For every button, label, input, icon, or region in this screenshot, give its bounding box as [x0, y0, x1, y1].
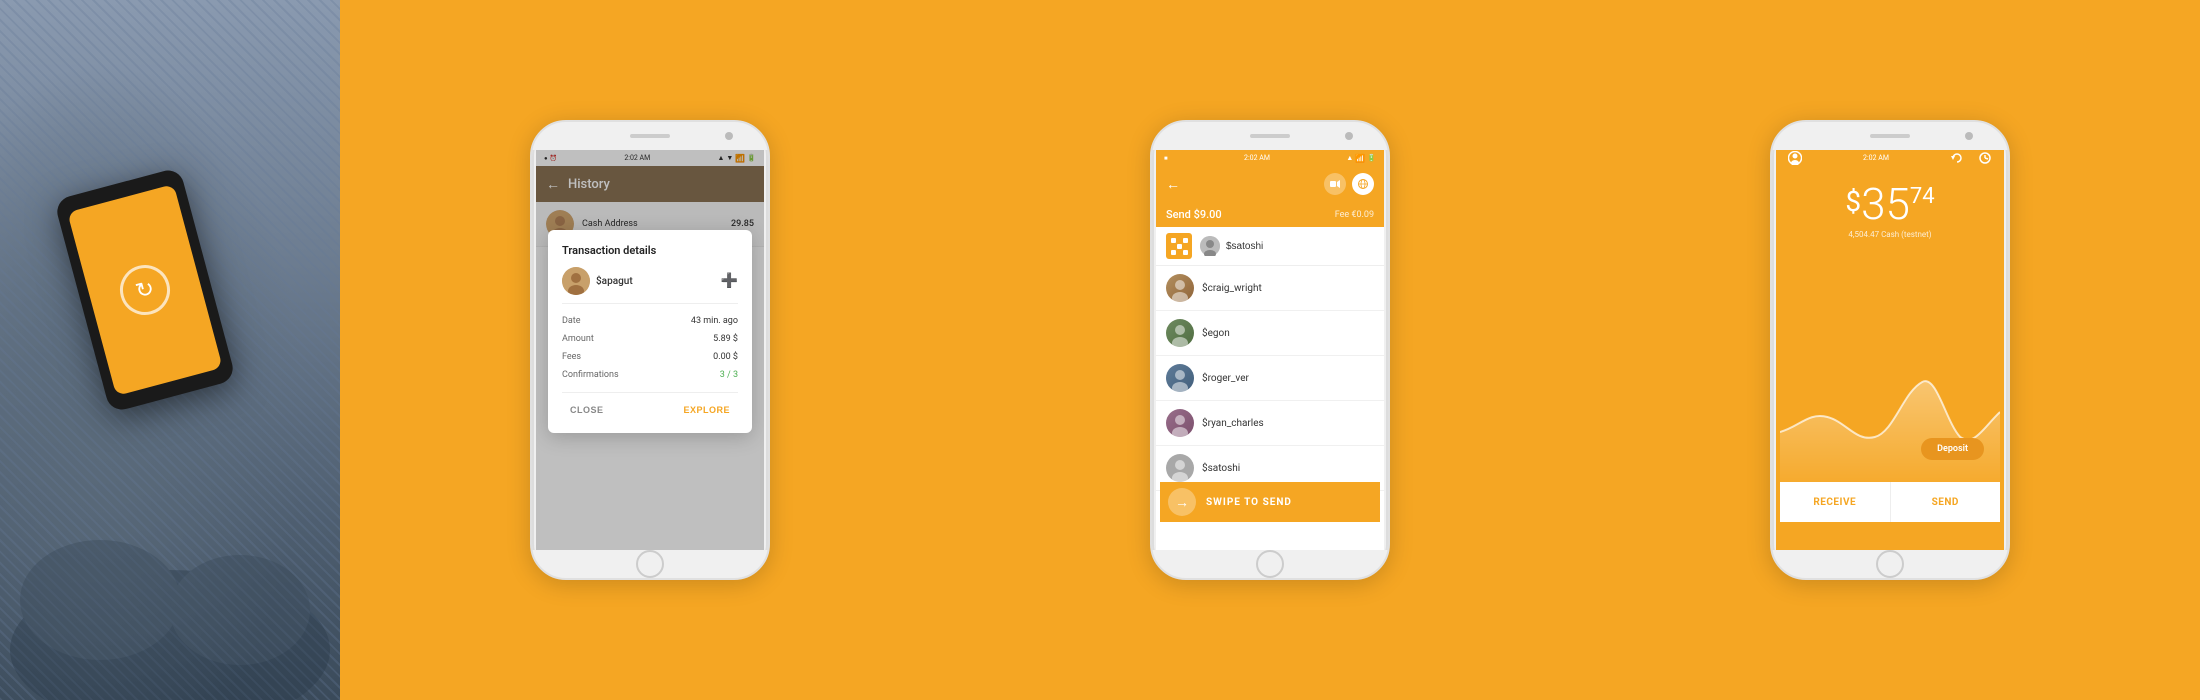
- globe-icon[interactable]: [1352, 173, 1374, 195]
- txn-confirm-row: Confirmations 3 / 3: [562, 370, 738, 380]
- dollar-sign: $: [1845, 188, 1861, 216]
- send-header: ←: [1156, 166, 1384, 202]
- send-amount-bar: Send $9.00 Fee €0.09: [1156, 202, 1384, 227]
- camera-2: [725, 132, 733, 140]
- camera-4: [1965, 132, 1973, 140]
- contact-avatar: [1166, 364, 1194, 392]
- camera-3: [1345, 132, 1353, 140]
- add-contact-icon[interactable]: ➕: [721, 273, 738, 289]
- txn-date-value: 43 min. ago: [691, 316, 738, 326]
- txn-avatar: [562, 267, 590, 295]
- app-logo: ↻: [114, 259, 175, 320]
- txn-date-label: Date: [562, 316, 581, 326]
- send-fee: Fee €0.09: [1335, 210, 1374, 220]
- home-btn-4[interactable]: [1876, 550, 1904, 578]
- speaker-3: [1250, 134, 1290, 138]
- balance-main: 35: [1861, 182, 1910, 226]
- contact-avatar: [1166, 319, 1194, 347]
- phone-screen-send: ■ 2:02 AM ▲ 📶 🔋 ←: [1156, 150, 1384, 550]
- txn-amount-label: Amount: [562, 334, 594, 344]
- txn-modal-footer: CLOSE EXPLORE: [562, 392, 738, 419]
- photo-bg: ↻: [0, 0, 340, 700]
- close-button[interactable]: CLOSE: [562, 401, 612, 419]
- wallet-chart: [1780, 352, 2000, 482]
- input-avatar: [1200, 236, 1220, 256]
- send-button[interactable]: SEND: [1891, 482, 2001, 522]
- balance-display: $ 35 74: [1786, 182, 1994, 226]
- phone-bottom-2: [532, 550, 768, 578]
- txn-amount-row: Amount 5.89 $: [562, 334, 738, 344]
- wallet-bg: 2:02 AM $ 35 74: [1776, 150, 2004, 550]
- sub-balance: 4,504.47 Cash (testnet): [1786, 230, 1994, 239]
- send-header-icons: [1324, 173, 1374, 195]
- section-wallet: 2:02 AM $ 35 74: [1580, 0, 2200, 700]
- recipient-input[interactable]: [1226, 241, 1374, 252]
- txn-confirm-label: Confirmations: [562, 370, 619, 380]
- deposit-button[interactable]: Deposit: [1921, 438, 1984, 460]
- refresh-icon[interactable]: [1946, 150, 1968, 169]
- home-btn-3[interactable]: [1256, 550, 1284, 578]
- contact-list-item[interactable]: $craig_wright: [1156, 266, 1384, 311]
- swipe-arrow[interactable]: →: [1168, 488, 1196, 516]
- contact-name: $egon: [1202, 328, 1230, 339]
- contact-name: $satoshi: [1202, 463, 1240, 474]
- contact-list: $craig_wright $egon $roger_ver $ryan_charle…: [1156, 266, 1384, 491]
- contact-list-item[interactable]: $egon: [1156, 311, 1384, 356]
- send-amount: Send $9.00: [1166, 208, 1222, 221]
- contact-name: $craig_wright: [1202, 283, 1262, 294]
- phone-top-bar-3: [1152, 122, 1388, 150]
- wallet-balance: $ 35 74 4,504.47 Cash (testnet): [1776, 166, 2004, 247]
- time-4: 2:02 AM: [1863, 154, 1889, 162]
- time-3: 2:02 AM: [1244, 154, 1270, 162]
- txn-user-row: $apagut ➕: [562, 267, 738, 304]
- contact-name: $ryan_charles: [1202, 418, 1264, 429]
- status-bar-4: 2:02 AM: [1776, 150, 2004, 166]
- swipe-label: SWIPE TO SEND: [1206, 497, 1292, 508]
- section-history: ●⏰ 2:02 AM ▲▼ 📶 🔋 ← History: [340, 0, 960, 700]
- contact-avatar: [1166, 454, 1194, 482]
- speaker-2: [630, 134, 670, 138]
- qr-icon[interactable]: [1166, 233, 1192, 259]
- transaction-modal: Transaction details $apagut ➕: [548, 230, 752, 433]
- phone-top-bar-2: [532, 122, 768, 150]
- txn-user-info: $apagut: [562, 267, 633, 295]
- balance-cents: 74: [1910, 186, 1935, 208]
- home-btn-2[interactable]: [636, 550, 664, 578]
- txn-amount-value: 5.89 $: [713, 334, 738, 344]
- phone-bottom-4: [1772, 550, 2008, 578]
- phone-history: ●⏰ 2:02 AM ▲▼ 📶 🔋 ← History: [530, 120, 770, 580]
- profile-icon[interactable]: [1784, 150, 1806, 169]
- explore-button[interactable]: EXPLORE: [675, 401, 738, 419]
- txn-fees-label: Fees: [562, 352, 581, 362]
- txn-modal-title: Transaction details: [562, 244, 738, 257]
- txn-fees-row: Fees 0.00 $: [562, 352, 738, 362]
- phone-bottom-3: [1152, 550, 1388, 578]
- phone-screen-wallet: 2:02 AM $ 35 74: [1776, 150, 2004, 550]
- contact-name: $roger_ver: [1202, 373, 1249, 384]
- send-input-row: [1156, 227, 1384, 266]
- speaker-4: [1870, 134, 1910, 138]
- phone-screen-history: ●⏰ 2:02 AM ▲▼ 📶 🔋 ← History: [536, 150, 764, 550]
- phone-send: ■ 2:02 AM ▲ 📶 🔋 ←: [1150, 120, 1390, 580]
- section-send: ■ 2:02 AM ▲ 📶 🔋 ←: [960, 0, 1580, 700]
- phone-wallet: 2:02 AM $ 35 74: [1770, 120, 2010, 580]
- video-icon[interactable]: [1324, 173, 1346, 195]
- txn-fees-value: 0.00 $: [713, 352, 738, 362]
- swipe-bar[interactable]: → SWIPE TO SEND: [1160, 482, 1380, 522]
- contact-list-item[interactable]: $roger_ver: [1156, 356, 1384, 401]
- contact-avatar: [1166, 274, 1194, 302]
- txn-confirm-value: 3 / 3: [720, 370, 738, 380]
- photo-section: ↻: [0, 0, 340, 700]
- contact-avatar: [1166, 409, 1194, 437]
- phone-top-bar-4: [1772, 122, 2008, 150]
- status-bar-3: ■ 2:02 AM ▲ 📶 🔋: [1156, 150, 1384, 166]
- txn-date-row: Date 43 min. ago: [562, 316, 738, 326]
- txn-username: $apagut: [596, 276, 633, 287]
- receive-button[interactable]: RECEIVE: [1780, 482, 1890, 522]
- contact-list-item[interactable]: $ryan_charles: [1156, 401, 1384, 446]
- back-button-send[interactable]: ←: [1166, 176, 1180, 193]
- clock-icon[interactable]: [1974, 150, 1996, 169]
- wallet-action-bar: RECEIVE SEND: [1780, 482, 2000, 522]
